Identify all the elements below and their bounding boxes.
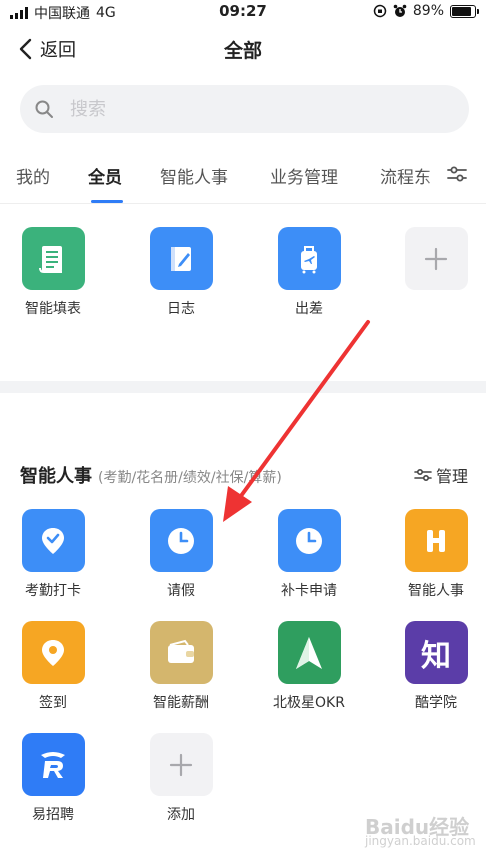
app-label: 出差 xyxy=(295,301,323,317)
zhi-logo-icon: 知 xyxy=(404,621,468,684)
status-bar: 中国联通 4G 09:27 89% xyxy=(0,0,486,24)
app-label: 添加 xyxy=(167,807,195,823)
app-attendance-checkin[interactable]: 考勤打卡 xyxy=(3,509,103,600)
section-divider xyxy=(0,381,486,393)
app-sign-in[interactable]: 签到 xyxy=(3,621,103,712)
manage-button[interactable]: 管理 xyxy=(414,463,468,487)
tab-mine[interactable]: 我的 xyxy=(16,163,50,188)
settings-sliders-icon xyxy=(414,468,432,482)
app-label: 考勤打卡 xyxy=(25,583,81,599)
journal-icon xyxy=(149,227,213,290)
search-icon xyxy=(35,100,53,118)
watermark: Baidu经验 jingyan.baidu.com xyxy=(365,815,480,862)
app-label: 日志 xyxy=(167,301,195,317)
r-logo-icon xyxy=(21,733,85,796)
wallet-icon xyxy=(149,621,213,684)
tab-all-staff[interactable]: 全员 xyxy=(88,163,122,188)
app-label: 请假 xyxy=(167,583,195,599)
add-app-button[interactable]: 添加 xyxy=(131,733,231,824)
alarm-icon xyxy=(393,4,407,17)
section-title: 智能人事 xyxy=(20,466,92,487)
app-label: 智能人事 xyxy=(408,583,464,599)
clock-icon xyxy=(149,509,213,572)
back-button[interactable]: 返回 xyxy=(18,36,76,62)
plus-icon xyxy=(149,733,213,796)
section-subtitle: (考勤/花名册/绩效/社保/算薪) xyxy=(98,470,282,486)
filter-settings-icon[interactable] xyxy=(446,163,468,185)
luggage-icon xyxy=(277,227,341,290)
active-tab-indicator xyxy=(91,200,123,203)
battery-percent: 89% xyxy=(412,3,444,19)
plus-icon xyxy=(404,227,468,290)
clock-icon xyxy=(277,509,341,572)
app-attendance-correction[interactable]: 补卡申请 xyxy=(259,509,359,600)
app-label: 易招聘 xyxy=(32,807,74,823)
app-label: 补卡申请 xyxy=(281,583,337,599)
category-tabs: 我的 全员 智能人事 业务管理 流程东 xyxy=(0,145,486,204)
location-pin-icon xyxy=(21,621,85,684)
chevron-left-icon xyxy=(19,38,32,60)
app-label: 酷学院 xyxy=(415,695,457,711)
h-logo-icon xyxy=(404,509,468,572)
manage-label: 管理 xyxy=(436,467,469,486)
watermark-brand: Baidu经验 xyxy=(365,815,470,839)
app-leave-request[interactable]: 请假 xyxy=(131,509,231,600)
tab-business-management[interactable]: 业务管理 xyxy=(270,163,338,188)
back-label: 返回 xyxy=(40,40,76,61)
app-label: 签到 xyxy=(39,695,67,711)
nav-bar: 返回 全部 xyxy=(0,24,486,74)
app-journal[interactable]: 日志 xyxy=(131,227,231,318)
app-cool-academy[interactable]: 知 酷学院 xyxy=(386,621,486,712)
app-smart-payroll[interactable]: 智能薪酬 xyxy=(131,621,231,712)
section-header: 智能人事 (考勤/花名册/绩效/社保/算薪) xyxy=(20,462,282,488)
north-arrow-icon xyxy=(277,621,341,684)
form-icon xyxy=(21,227,85,290)
battery-icon xyxy=(450,4,479,18)
app-smart-hr[interactable]: 智能人事 xyxy=(386,509,486,600)
app-smart-form[interactable]: 智能填表 xyxy=(3,227,103,318)
app-label: 智能薪酬 xyxy=(153,695,209,711)
tab-smart-hr[interactable]: 智能人事 xyxy=(160,163,228,188)
app-label: 北极星OKR xyxy=(273,695,345,711)
search-input[interactable] xyxy=(68,97,442,121)
search-bar[interactable] xyxy=(20,85,469,133)
app-label: 智能填表 xyxy=(25,301,81,317)
location-check-icon xyxy=(21,509,85,572)
app-easy-recruit[interactable]: 易招聘 xyxy=(3,733,103,824)
add-app-button[interactable] xyxy=(386,227,486,298)
app-business-trip[interactable]: 出差 xyxy=(259,227,359,318)
app-north-star-okr[interactable]: 北极星OKR xyxy=(259,621,359,712)
watermark-url: jingyan.baidu.com xyxy=(365,834,476,848)
orientation-lock-icon xyxy=(373,4,387,18)
